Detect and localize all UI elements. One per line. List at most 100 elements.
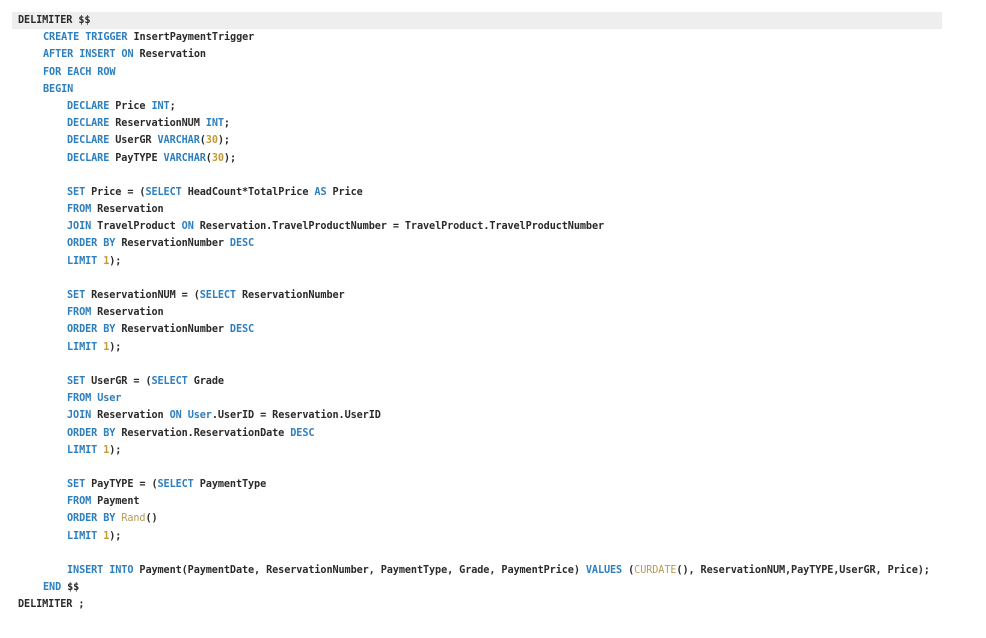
code-token-kw: INSERT INTO [67,565,134,576]
code-token-kw: DESC [229,238,255,250]
code-token-txt: ; [223,118,230,130]
code-line[interactable]: SET PayTYPE = (SELECT PaymentType [12,476,942,493]
code-token-txt: () [145,513,158,525]
code-token-kw: DECLARE [67,100,110,112]
code-token-kw: VARCHAR [163,152,206,164]
code-token-kw: INT [205,118,224,130]
code-token-kw: INT [151,100,170,112]
code-line[interactable]: FROM Reservation [12,304,942,321]
code-token-txt: (), ReservationNUM,PayTYPE,UserGR, Price… [676,565,930,576]
code-token-txt: ReservationNUM [109,118,206,130]
code-line[interactable]: AFTER INSERT ON Reservation [12,46,942,63]
code-line[interactable]: ​ [12,270,942,287]
code-line[interactable]: FOR EACH ROW [12,64,942,81]
code-token-txt: UserGR = ( [85,375,152,387]
code-line[interactable]: DELIMITER ; [12,596,942,613]
code-line[interactable]: FROM Payment [12,493,942,510]
code-token-kw: VARCHAR [157,135,200,147]
code-line[interactable]: FROM Reservation [12,201,942,218]
code-token-txt: Price = ( [85,186,146,198]
code-token-fn: Rand [121,513,146,525]
code-line[interactable]: ORDER BY ReservationNumber DESC [12,235,942,252]
code-token-txt: Price [326,186,363,198]
code-token-kw: ORDER BY [67,513,116,525]
code-line[interactable]: INSERT INTO Payment(PaymentDate, Reserva… [12,562,942,579]
code-token-kw: SET [67,290,86,301]
code-token-kw: SET [67,186,86,198]
code-token-kw: FROM [67,204,92,216]
code-token-kw: User [97,393,122,405]
code-line[interactable]: LIMIT 1); [12,528,942,545]
code-token-txt: HeadCount*TotalPrice [181,186,315,198]
code-token-num: 30 [205,135,218,147]
code-token-kw: SET [67,375,86,387]
code-token-kw: FROM [67,496,92,508]
code-token-txt: Reservation [91,307,164,319]
code-line[interactable]: ORDER BY Rand() [12,510,942,527]
code-token-kw: SELECT [157,479,194,491]
code-token-txt: .UserID = Reservation.UserID [211,410,381,422]
code-token-kw: VALUES [585,565,623,576]
code-token-kw: ON [169,410,182,422]
code-line[interactable]: SET ReservationNUM = (SELECT Reservation… [12,287,942,304]
code-line[interactable]: END $$ [12,579,942,596]
code-token-txt: PaymentType [193,479,267,491]
code-token-num: 30 [211,152,224,164]
code-token-kw: FROM [67,393,92,405]
code-line[interactable]: JOIN Reservation ON User.UserID = Reserv… [12,407,942,424]
code-token-kw: AFTER INSERT ON [43,49,134,61]
code-token-kw: FROM [67,307,92,319]
code-token-txt: Reservation [133,49,206,61]
code-token-kw: LIMIT [67,530,98,542]
code-editor[interactable]: DELIMITER $$ CREATE TRIGGER InsertPayment… [12,12,942,622]
code-token-txt: $$ [61,582,80,594]
code-token-txt: ReservationNUM = ( [85,290,200,301]
code-token-kw: CREATE TRIGGER [43,32,128,44]
code-line[interactable]: DECLARE ReservationNUM INT; [12,115,942,132]
code-line[interactable]: JOIN TravelProduct ON Reservation.Travel… [12,218,942,235]
code-token-txt: ; [169,100,176,112]
code-line[interactable]: LIMIT 1); [12,442,942,459]
code-line[interactable]: ​ [12,459,942,476]
code-line[interactable]: ​ [12,167,942,184]
code-token-txt: ReservationNumber [115,324,230,336]
code-token-kw: LIMIT [67,255,98,267]
code-token-kw: ORDER BY [67,238,116,250]
code-line[interactable]: SET UserGR = (SELECT Grade [12,373,942,390]
code-token-txt: ( [622,565,635,576]
code-token-txt: ); [109,530,122,542]
code-token-kw: JOIN [67,410,92,422]
code-line[interactable]: ORDER BY Reservation.ReservationDate DES… [12,425,942,442]
code-token-txt: DELIMITER ; [18,599,85,611]
code-token-txt: Reservation [91,410,170,422]
code-line[interactable]: DECLARE Price INT; [12,98,942,115]
code-token-kw: AS [314,186,327,198]
code-line[interactable]: ​ [12,356,942,373]
code-line[interactable]: DELIMITER $$ [12,12,942,30]
code-token-txt: Grade [187,375,224,387]
code-line[interactable]: ORDER BY ReservationNumber DESC [12,321,942,338]
code-token-txt: ); [109,341,122,353]
code-line[interactable]: CREATE TRIGGER InsertPaymentTrigger [12,29,942,46]
code-line[interactable]: SET Price = (SELECT HeadCount*TotalPrice… [12,184,942,201]
code-line[interactable]: FROM User [12,390,942,407]
code-line[interactable]: LIMIT 1); [12,339,942,356]
code-token-txt: DELIMITER $$ [18,15,91,26]
code-lines: DELIMITER $$ CREATE TRIGGER InsertPayment… [12,12,942,614]
code-line[interactable]: DECLARE UserGR VARCHAR(30); [12,132,942,149]
code-token-kw: LIMIT [67,341,98,353]
code-token-kw: SET [67,479,86,491]
code-line[interactable]: DECLARE PayTYPE VARCHAR(30); [12,150,942,167]
code-token-kw: BEGIN [43,83,74,95]
code-token-kw: ORDER BY [67,427,116,439]
code-line[interactable]: LIMIT 1); [12,253,942,270]
code-line[interactable]: ​ [12,545,942,562]
code-token-kw: User [187,410,212,422]
code-line[interactable]: BEGIN [12,81,942,98]
code-token-txt: Payment(PaymentDate, ReservationNumber, … [133,565,586,576]
code-token-kw: SELECT [145,186,182,198]
code-token-kw: JOIN [67,221,92,233]
code-token-txt: Price [109,100,152,112]
code-token-txt: Reservation.TravelProductNumber = Travel… [193,221,605,233]
code-token-txt: Payment [91,496,140,508]
